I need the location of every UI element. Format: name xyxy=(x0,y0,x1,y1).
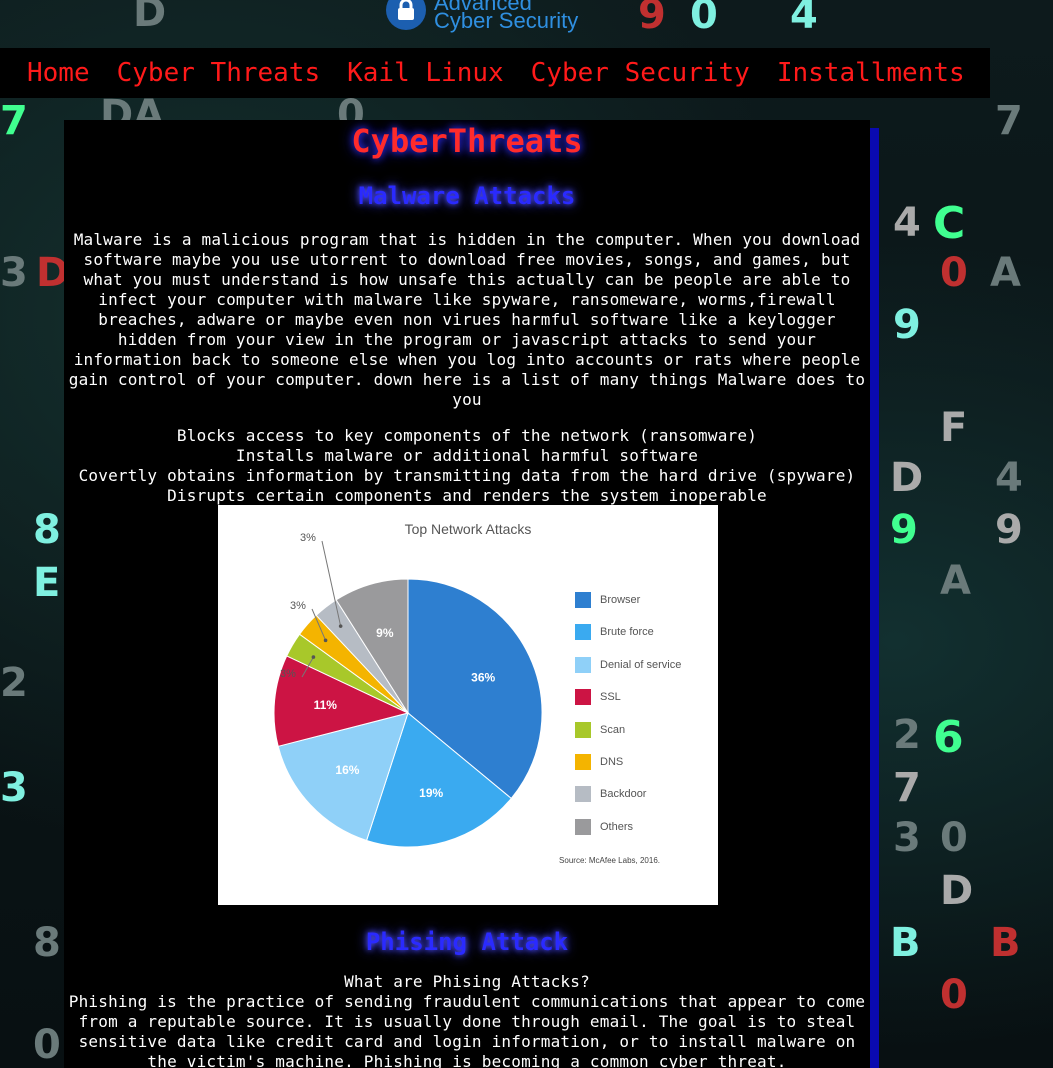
matrix-glyph: 3 xyxy=(0,765,28,811)
legend-label: Brute force xyxy=(600,626,654,639)
matrix-glyph: 2 xyxy=(893,712,921,758)
list-item: Blocks access to key components of the n… xyxy=(176,426,758,445)
matrix-glyph: 7 xyxy=(893,765,921,811)
legend-item: DNS xyxy=(575,754,623,770)
matrix-glyph: 7 xyxy=(995,98,1023,144)
malware-effects-list: Blocks access to key components of the n… xyxy=(64,426,870,506)
legend-item: Others xyxy=(575,818,634,835)
matrix-glyph: B xyxy=(890,920,921,966)
pie-data-label: 3% xyxy=(280,668,296,680)
matrix-glyph: B xyxy=(990,920,1021,966)
legend-label: Others xyxy=(600,820,634,833)
matrix-glyph: A xyxy=(990,250,1021,296)
matrix-glyph: 7 xyxy=(0,98,28,144)
pie-data-label: 3% xyxy=(290,600,306,612)
phishing-heading: Phising Attack xyxy=(365,928,569,956)
legend-swatch xyxy=(575,624,591,641)
matrix-glyph: A xyxy=(940,558,971,604)
matrix-glyph: D xyxy=(940,868,974,914)
nav-cyber-security[interactable]: Cyber Security xyxy=(531,58,750,88)
matrix-glyph: 8 xyxy=(33,507,61,553)
legend-item: Backdoor xyxy=(575,786,647,803)
matrix-glyph: 0 xyxy=(940,972,968,1018)
phishing-question: What are Phising Attacks? xyxy=(344,972,590,991)
pie-data-label: 36% xyxy=(471,671,495,685)
matrix-glyph: 8 xyxy=(33,920,61,966)
legend-label: Denial of service xyxy=(600,658,682,671)
matrix-glyph: 4 xyxy=(893,200,921,246)
matrix-glyph: 9 xyxy=(638,0,666,38)
chart-source: Source: McAfee Labs, 2016. xyxy=(559,856,660,865)
legend-swatch xyxy=(575,754,591,770)
legend-swatch xyxy=(575,818,591,835)
matrix-glyph: 0 xyxy=(940,815,968,861)
legend-label: SSL xyxy=(600,691,621,704)
matrix-glyph: D xyxy=(133,0,167,36)
matrix-glyph: 3 xyxy=(893,815,921,861)
legend-label: DNS xyxy=(600,756,624,768)
legend-swatch xyxy=(575,656,591,673)
malware-intro: Malware is a malicious program that is h… xyxy=(68,230,866,409)
legend-label: Scan xyxy=(600,723,626,736)
matrix-glyph: 9 xyxy=(995,507,1023,553)
legend-swatch xyxy=(575,689,591,706)
legend-swatch xyxy=(575,721,591,738)
legend-label: Browser xyxy=(600,594,641,606)
page-title: CyberThreats xyxy=(351,122,583,160)
legend-item: SSL xyxy=(575,689,621,706)
nav-installments[interactable]: Installments xyxy=(777,58,965,88)
pie-label-dot xyxy=(311,655,316,659)
main-content: CyberThreats Malware Attacks Malware is … xyxy=(64,120,870,1068)
legend-label: Backdoor xyxy=(600,788,647,801)
list-item: Covertly obtains information by transmit… xyxy=(78,466,856,485)
brand-text: Advanced Cyber Security xyxy=(434,0,579,33)
malware-heading: Malware Attacks xyxy=(358,182,576,210)
matrix-glyph: 9 xyxy=(893,302,921,348)
matrix-glyph: E xyxy=(33,560,61,606)
matrix-glyph: 6 xyxy=(933,712,964,763)
matrix-glyph: 9 xyxy=(890,507,918,553)
list-item: Disrupts certain components and renders … xyxy=(167,486,767,505)
pie-data-label: 16% xyxy=(335,763,359,777)
pie-data-label: 9% xyxy=(376,626,394,640)
pie-label-dot xyxy=(323,638,328,643)
matrix-glyph: 4 xyxy=(790,0,818,38)
matrix-glyph: 4 xyxy=(995,455,1023,501)
matrix-glyph: D xyxy=(890,455,924,501)
matrix-glyph: 3 xyxy=(0,250,28,296)
pie-chart: 36% 19% 16% 11% 3% 3% 3% 9% xyxy=(273,532,543,848)
matrix-glyph: F xyxy=(940,405,968,451)
legend-swatch xyxy=(575,786,591,803)
lock-icon xyxy=(386,0,426,30)
phishing-section: Phising Attack What are Phising Attacks?… xyxy=(64,928,870,1068)
legend-item: Brute force xyxy=(575,624,654,641)
legend-item: Denial of service xyxy=(575,656,682,673)
matrix-glyph: 0 xyxy=(940,250,968,296)
pie-data-label: 3% xyxy=(300,532,316,544)
legend-item: Scan xyxy=(575,721,626,738)
nav-home[interactable]: Home xyxy=(27,58,90,88)
matrix-glyph: 0 xyxy=(33,1022,61,1068)
matrix-glyph: 2 xyxy=(0,660,28,706)
phishing-text: Phishing is the practice of sending frau… xyxy=(68,992,866,1068)
pie-label-dot xyxy=(338,624,343,628)
pie-data-label: 11% xyxy=(314,698,338,712)
legend-swatch xyxy=(575,592,591,608)
nav-cyber-threats[interactable]: Cyber Threats xyxy=(117,58,321,88)
legend-item: Browser xyxy=(575,592,640,608)
nav-kali-linux[interactable]: Kail Linux xyxy=(347,58,504,88)
main-nav: Home Cyber Threats Kail Linux Cyber Secu… xyxy=(0,48,990,98)
brand-line-2: Cyber Security xyxy=(434,8,579,33)
matrix-glyph: 0 xyxy=(690,0,718,38)
network-attacks-chart: Top Network Attacks 36% 19% 16% 11% 3% 3% 3% 9%… xyxy=(218,505,718,905)
sidebar-accent-bar xyxy=(870,128,879,1068)
matrix-glyph: C xyxy=(933,198,966,249)
list-item: Installs malware or additional harmful s… xyxy=(235,446,699,465)
site-logo[interactable]: Advanced Cyber Security xyxy=(386,0,579,33)
pie-data-label: 19% xyxy=(419,786,443,800)
